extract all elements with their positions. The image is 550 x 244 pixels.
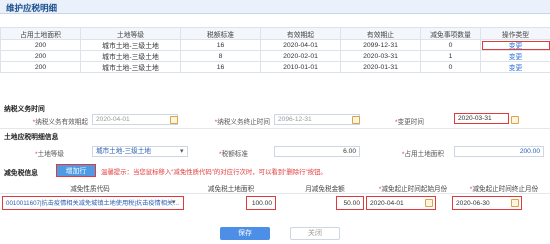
section-divider — [0, 128, 550, 129]
table-row: 200 城市土地-三级土地 8 2020-02-01 2020-03-31 1 … — [0, 50, 550, 62]
chevron-down-icon[interactable]: ▾ — [180, 147, 184, 155]
save-button[interactable]: 保存 — [220, 227, 270, 240]
column-header: 操作类型 — [480, 27, 550, 40]
monthly-relief-input[interactable]: 50.00 — [336, 196, 364, 210]
chevron-down-icon[interactable]: ▾ — [172, 198, 176, 206]
table-cell: 2020-02-01 — [260, 50, 341, 62]
column-header: 土地等级 — [80, 27, 181, 40]
tax-rate-input[interactable]: 6.00 — [274, 146, 360, 157]
start-date-label: *纳税义务有效期起 — [32, 119, 88, 126]
calendar-icon[interactable] — [170, 115, 178, 124]
table-row: 200 城市土地-三级土地 16 2020-04-01 2099-12-31 0… — [0, 39, 550, 51]
column-header: 有效期起 — [260, 27, 341, 40]
table-cell: 2020-01-31 — [340, 61, 421, 73]
table-cell: 8 — [180, 50, 261, 62]
land-area-input[interactable]: 200.00 — [454, 146, 544, 157]
tax-detail-table: 占用土地面积 土地等级 税额标准 有效期起 有效期止 减免事项数量 操作类型 2… — [0, 27, 550, 73]
table-cell: 0 — [420, 61, 481, 73]
relief-end-month-header: *减免起止时间终止月份 — [469, 186, 539, 193]
table-cell: 200 — [0, 50, 81, 62]
close-button[interactable]: 关闭 — [290, 227, 340, 240]
monthly-relief-header: 月减免税金额 — [305, 186, 345, 193]
change-link-cell: 变更 — [480, 39, 550, 51]
table-cell: 城市土地-三级土地 — [80, 39, 181, 51]
table-cell: 200 — [0, 61, 81, 73]
column-header: 税额标准 — [180, 27, 261, 40]
column-header: 占用土地面积 — [0, 27, 81, 40]
change-link[interactable]: 变更 — [509, 65, 523, 72]
table-cell: 1 — [420, 50, 481, 62]
land-info-section-title: 土地应税明细信息 — [4, 134, 59, 141]
relief-warning-text: 温馨提示：当您鼠标移入“减免性质代码”的对应行次时，可以看到“删除行”按钮。 — [101, 169, 327, 176]
column-header: 减免事项数量 — [420, 27, 481, 40]
add-row-button[interactable]: 增加行 — [56, 164, 96, 177]
table-cell: 200 — [0, 39, 81, 51]
change-date-label: *变更时间 — [395, 119, 424, 126]
calendar-icon[interactable] — [511, 199, 519, 207]
tax-period-section-title: 纳税义务时间 — [4, 106, 45, 113]
end-date-label: *纳税义务终止时间 — [214, 119, 270, 126]
table-cell: 0 — [420, 39, 481, 51]
calendar-icon[interactable] — [511, 115, 519, 124]
table-cell: 2010-01-01 — [260, 61, 341, 73]
start-date-input[interactable]: 2020-04-01 — [92, 114, 178, 125]
relief-area-input[interactable]: 100.00 — [246, 196, 276, 210]
relief-start-month-header: *减免起止时间起始月份 — [378, 186, 448, 193]
change-link-cell: 变更 — [480, 50, 550, 62]
land-area-label: *占用土地面积 — [401, 151, 444, 158]
dialog-title: 维护应税明细 — [6, 3, 58, 13]
land-grade-label: *土地等级 — [35, 151, 64, 158]
table-cell: 城市土地-三级土地 — [80, 61, 181, 73]
table-cell: 2020-04-01 — [260, 39, 341, 51]
table-cell: 16 — [180, 39, 261, 51]
dialog-titlebar: 维护应税明细 — [0, 0, 550, 14]
change-date-input[interactable]: 2020-03-31 — [454, 113, 509, 124]
table-cell: 城市土地-三级土地 — [80, 50, 181, 62]
calendar-icon[interactable] — [425, 199, 433, 207]
table-cell: 2020-03-31 — [340, 50, 421, 62]
relief-section-title: 减免税信息 — [4, 170, 38, 177]
column-header: 有效期止 — [340, 27, 421, 40]
change-link[interactable]: 变更 — [509, 54, 523, 61]
change-link-cell: 变更 — [480, 61, 550, 73]
calendar-icon[interactable] — [352, 115, 360, 124]
relief-code-header: 减免性质代码 — [70, 186, 110, 193]
tax-rate-label: *税额标准 — [219, 151, 248, 158]
table-cell: 2099-12-31 — [340, 39, 421, 51]
row-divider — [0, 193, 550, 194]
table-row: 200 城市土地-三级土地 16 2010-01-01 2020-01-31 0… — [0, 61, 550, 73]
table-cell: 16 — [180, 61, 261, 73]
land-grade-select[interactable]: 城市土地-三级土地 — [92, 146, 188, 157]
end-date-input[interactable]: 2096-12-31 — [274, 114, 360, 125]
relief-area-header: 减免税土地面积 — [207, 186, 255, 193]
change-link[interactable]: 变更 — [509, 43, 523, 50]
relief-code-select[interactable]: 0010011607|抗击疫情相关减免城镇土地使用税|抗击疫情相关… — [2, 196, 184, 210]
table-header-row: 占用土地面积 土地等级 税额标准 有效期起 有效期止 减免事项数量 操作类型 — [0, 27, 550, 40]
